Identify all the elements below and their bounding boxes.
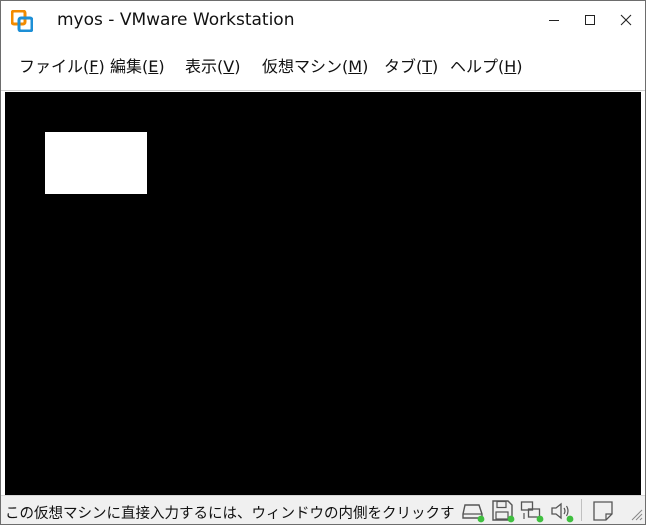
menu-help-label: ヘルプ(	[450, 57, 505, 76]
vm-console[interactable]	[5, 92, 641, 495]
menu-edit-close: )	[158, 57, 165, 76]
resize-grip-icon[interactable]	[629, 506, 643, 521]
menu-view-accel: V	[223, 57, 235, 76]
menu-edit-accel: E	[148, 57, 159, 76]
menu-tabs-close: )	[432, 57, 439, 76]
vmware-workstation-icon[interactable]	[10, 9, 34, 33]
maximize-icon	[585, 14, 595, 25]
menu-vm[interactable]: 仮想マシン(M)	[262, 53, 368, 77]
minimize-button[interactable]	[536, 1, 572, 38]
menu-help[interactable]: ヘルプ(H)	[450, 53, 523, 77]
status-separator	[581, 499, 582, 521]
menu-vm-close: )	[362, 57, 369, 76]
hard-disk-icon[interactable]	[462, 499, 486, 523]
minimize-icon	[549, 19, 559, 21]
menu-file-label: ファイル(	[19, 57, 90, 76]
window-title: myos - VMware Workstation	[57, 10, 295, 30]
menu-file[interactable]: ファイル(F)	[19, 53, 105, 77]
menu-bar: ファイル(F) 編集(E) 表示(V) 仮想マシン(M) タブ(T) ヘルプ(H…	[1, 38, 645, 91]
close-icon	[620, 14, 632, 25]
menu-view-close: )	[234, 57, 241, 76]
menu-tabs[interactable]: タブ(T)	[384, 53, 438, 77]
network-adapter-icon[interactable]	[520, 499, 544, 523]
vmware-window: myos - VMware Workstation ファイル(F) 編集(E) …	[0, 0, 646, 525]
menu-tabs-accel: T	[422, 57, 433, 76]
menu-tabs-label: タブ(	[384, 57, 423, 76]
menu-edit[interactable]: 編集(E)	[110, 53, 165, 77]
floppy-disk-icon[interactable]	[491, 499, 515, 523]
menu-view-label: 表示(	[185, 57, 224, 76]
sound-card-icon[interactable]	[550, 499, 574, 523]
menu-vm-label: 仮想マシン(	[262, 57, 349, 76]
status-hint-text: この仮想マシンに直接入力するには、ウィンドウの内側をクリックす	[5, 506, 455, 522]
status-bar: この仮想マシンに直接入力するには、ウィンドウの内側をクリックす	[1, 495, 645, 524]
close-button[interactable]	[608, 1, 644, 38]
maximize-button[interactable]	[572, 1, 608, 38]
menu-help-close: )	[516, 57, 523, 76]
menu-vm-accel: M	[348, 57, 363, 76]
menu-view[interactable]: 表示(V)	[185, 53, 240, 77]
menu-help-accel: H	[504, 57, 517, 76]
menu-file-close: )	[98, 57, 105, 76]
message-log-icon[interactable]	[591, 499, 615, 523]
title-bar[interactable]: myos - VMware Workstation	[1, 1, 645, 38]
menu-edit-label: 編集(	[110, 57, 149, 76]
console-white-block	[45, 132, 147, 194]
